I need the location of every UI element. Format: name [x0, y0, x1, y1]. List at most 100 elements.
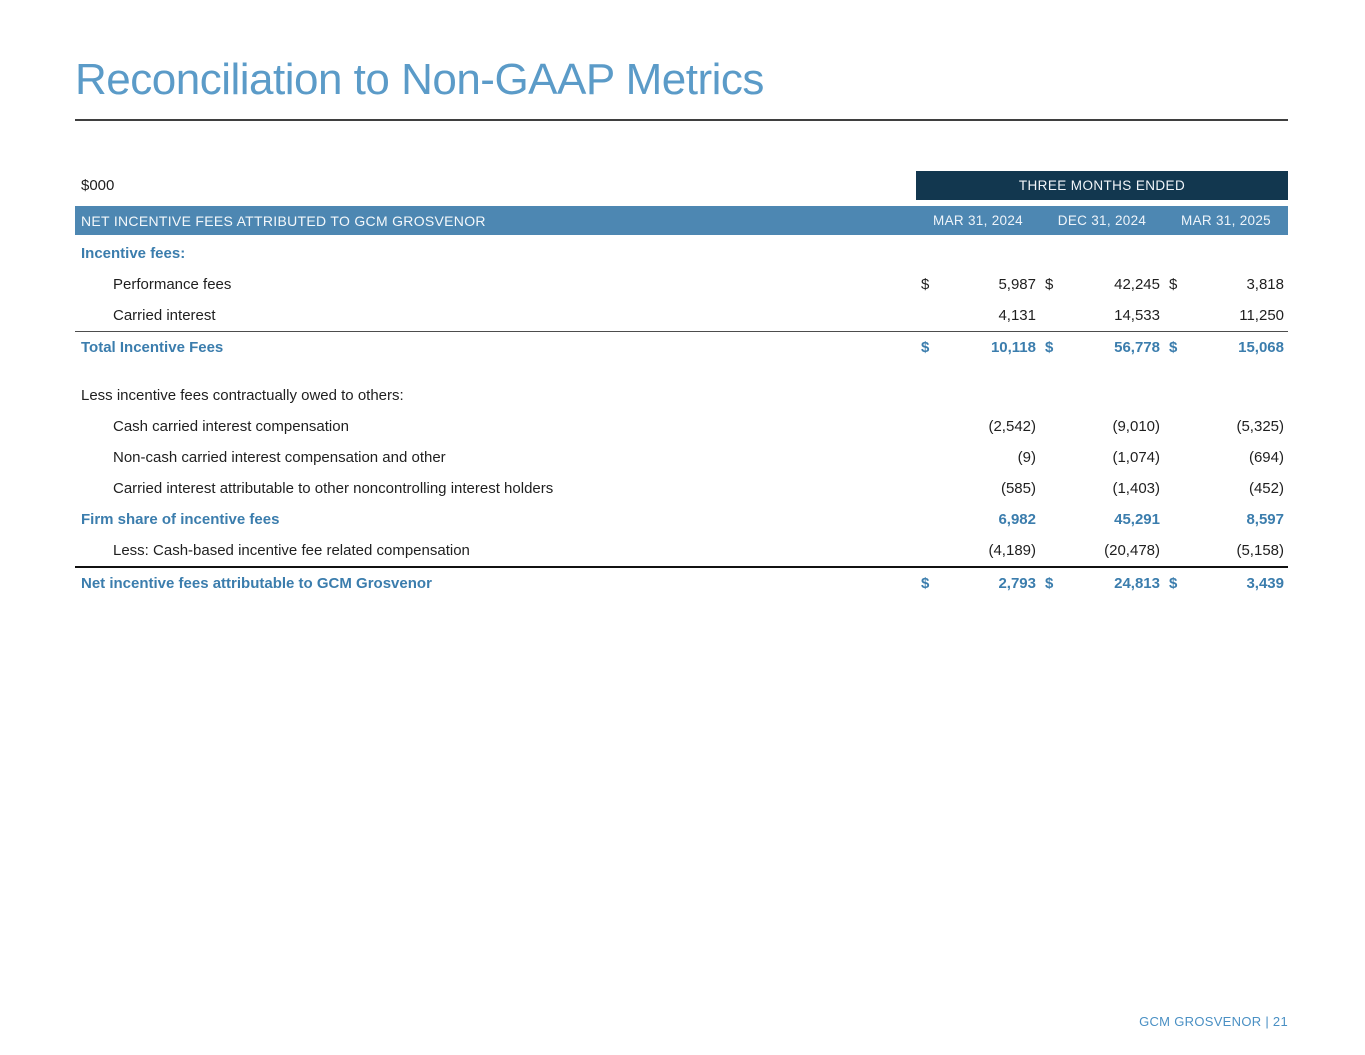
- row-label: Less incentive fees contractually owed t…: [75, 387, 916, 404]
- reconciliation-table: $000 THREE MONTHS ENDED NET INCENTIVE FE…: [75, 171, 1288, 599]
- value-cell: 45,291: [1040, 511, 1164, 528]
- value-cell: $42,245: [1040, 276, 1164, 293]
- row-label: Firm share of incentive fees: [75, 511, 916, 528]
- row-value: 10,118: [991, 339, 1036, 356]
- value-cell: (1,074): [1040, 449, 1164, 466]
- currency-symbol: $: [921, 575, 929, 592]
- row-value: 4,131: [998, 307, 1036, 324]
- units-label: $000: [75, 177, 916, 194]
- table-body: Incentive fees:Performance fees$5,987$42…: [75, 238, 1288, 599]
- value-cell: (694): [1164, 449, 1288, 466]
- table-row: Net incentive fees attributable to GCM G…: [75, 566, 1288, 599]
- value-cell: $3,439: [1164, 575, 1288, 592]
- row-value: 3,439: [1246, 575, 1284, 592]
- currency-symbol: $: [1045, 339, 1053, 356]
- currency-symbol: $: [1169, 339, 1177, 356]
- row-value: 56,778: [1114, 339, 1160, 356]
- table-row: Total Incentive Fees$10,118$56,778$15,06…: [75, 331, 1288, 363]
- row-value: (1,403): [1112, 480, 1160, 497]
- table-row: Less incentive fees contractually owed t…: [75, 380, 1288, 411]
- table-row: Performance fees$5,987$42,245$3,818: [75, 269, 1288, 300]
- page-title: Reconciliation to Non-GAAP Metrics: [75, 56, 1288, 104]
- column-header: MAR 31, 2025: [1164, 213, 1288, 228]
- value-cell: $15,068: [1164, 339, 1288, 356]
- row-value: (9): [1018, 449, 1036, 466]
- value-cell: (9,010): [1040, 418, 1164, 435]
- value-cell: (1,403): [1040, 480, 1164, 497]
- table-row: Incentive fees:: [75, 238, 1288, 269]
- currency-symbol: $: [1169, 276, 1177, 293]
- row-value: (20,478): [1104, 542, 1160, 559]
- column-header: DEC 31, 2024: [1040, 213, 1164, 228]
- value-cell: (9): [916, 449, 1040, 466]
- row-value: (585): [1001, 480, 1036, 497]
- currency-symbol: $: [921, 276, 929, 293]
- value-cell: $3,818: [1164, 276, 1288, 293]
- row-value: 11,250: [1239, 307, 1284, 324]
- row-value: 3,818: [1246, 276, 1284, 293]
- value-cell: (2,542): [916, 418, 1040, 435]
- row-label: Carried interest: [75, 307, 916, 324]
- currency-symbol: $: [1045, 575, 1053, 592]
- row-value: (9,010): [1112, 418, 1160, 435]
- value-cell: (5,158): [1164, 542, 1288, 559]
- title-block: Reconciliation to Non-GAAP Metrics: [75, 0, 1288, 121]
- value-cell: 8,597: [1164, 511, 1288, 528]
- value-cell: $10,118: [916, 339, 1040, 356]
- row-label: Total Incentive Fees: [75, 339, 916, 356]
- row-value: 45,291: [1114, 511, 1160, 528]
- value-cell: $2,793: [916, 575, 1040, 592]
- row-value: 5,987: [998, 276, 1036, 293]
- currency-symbol: $: [1169, 575, 1177, 592]
- table-header-row-1: $000 THREE MONTHS ENDED: [75, 171, 1288, 200]
- value-cell: (20,478): [1040, 542, 1164, 559]
- value-cell: 4,131: [916, 307, 1040, 324]
- row-value: (5,325): [1236, 418, 1284, 435]
- value-cell: (585): [916, 480, 1040, 497]
- row-value: (2,542): [988, 418, 1036, 435]
- row-value: (1,074): [1112, 449, 1160, 466]
- row-value: (5,158): [1236, 542, 1284, 559]
- row-label: Cash carried interest compensation: [75, 418, 916, 435]
- value-cell: (5,325): [1164, 418, 1288, 435]
- row-label: Performance fees: [75, 276, 916, 293]
- value-cell: $24,813: [1040, 575, 1164, 592]
- table-row: Less: Cash-based incentive fee related c…: [75, 535, 1288, 566]
- table-row: Carried interest 4,131 14,533 11,250: [75, 300, 1288, 331]
- table-row: Cash carried interest compensation (2,542…: [75, 411, 1288, 442]
- section-header-band: NET INCENTIVE FEES ATTRIBUTED TO GCM GRO…: [75, 206, 1288, 235]
- value-cell: 6,982: [916, 511, 1040, 528]
- row-value: (4,189): [988, 542, 1036, 559]
- value-cell: (4,189): [916, 542, 1040, 559]
- row-value: 15,068: [1238, 339, 1284, 356]
- period-header-band: THREE MONTHS ENDED: [916, 171, 1288, 200]
- row-value: 8,597: [1246, 511, 1284, 528]
- row-value: 42,245: [1114, 276, 1160, 293]
- row-value: 14,533: [1114, 307, 1160, 324]
- value-cell: (452): [1164, 480, 1288, 497]
- row-label: Carried interest attributable to other n…: [75, 480, 916, 497]
- value-cell: 14,533: [1040, 307, 1164, 324]
- row-value: 24,813: [1114, 575, 1160, 592]
- section-header: NET INCENTIVE FEES ATTRIBUTED TO GCM GRO…: [75, 213, 916, 229]
- value-cell: 11,250: [1164, 307, 1288, 324]
- slide: Reconciliation to Non-GAAP Metrics $000 …: [0, 0, 1365, 1055]
- column-header: MAR 31, 2024: [916, 213, 1040, 228]
- value-cell: $5,987: [916, 276, 1040, 293]
- footer-text: GCM GROSVENOR | 21: [1139, 1014, 1288, 1029]
- row-label: Net incentive fees attributable to GCM G…: [75, 575, 916, 592]
- footer: GCM GROSVENOR | 21: [1139, 1014, 1288, 1029]
- row-label: Non-cash carried interest compensation a…: [75, 449, 916, 466]
- row-value: (694): [1249, 449, 1284, 466]
- row-value: 2,793: [998, 575, 1036, 592]
- value-cell: $56,778: [1040, 339, 1164, 356]
- currency-symbol: $: [1045, 276, 1053, 293]
- row-label: Less: Cash-based incentive fee related c…: [75, 542, 916, 559]
- currency-symbol: $: [921, 339, 929, 356]
- row-value: (452): [1249, 480, 1284, 497]
- table-row: Carried interest attributable to other n…: [75, 473, 1288, 504]
- table-row: Firm share of incentive fees 6,982 45,291 8…: [75, 504, 1288, 535]
- row-label: Incentive fees:: [75, 245, 916, 262]
- row-value: 6,982: [998, 511, 1036, 528]
- table-row: Non-cash carried interest compensation a…: [75, 442, 1288, 473]
